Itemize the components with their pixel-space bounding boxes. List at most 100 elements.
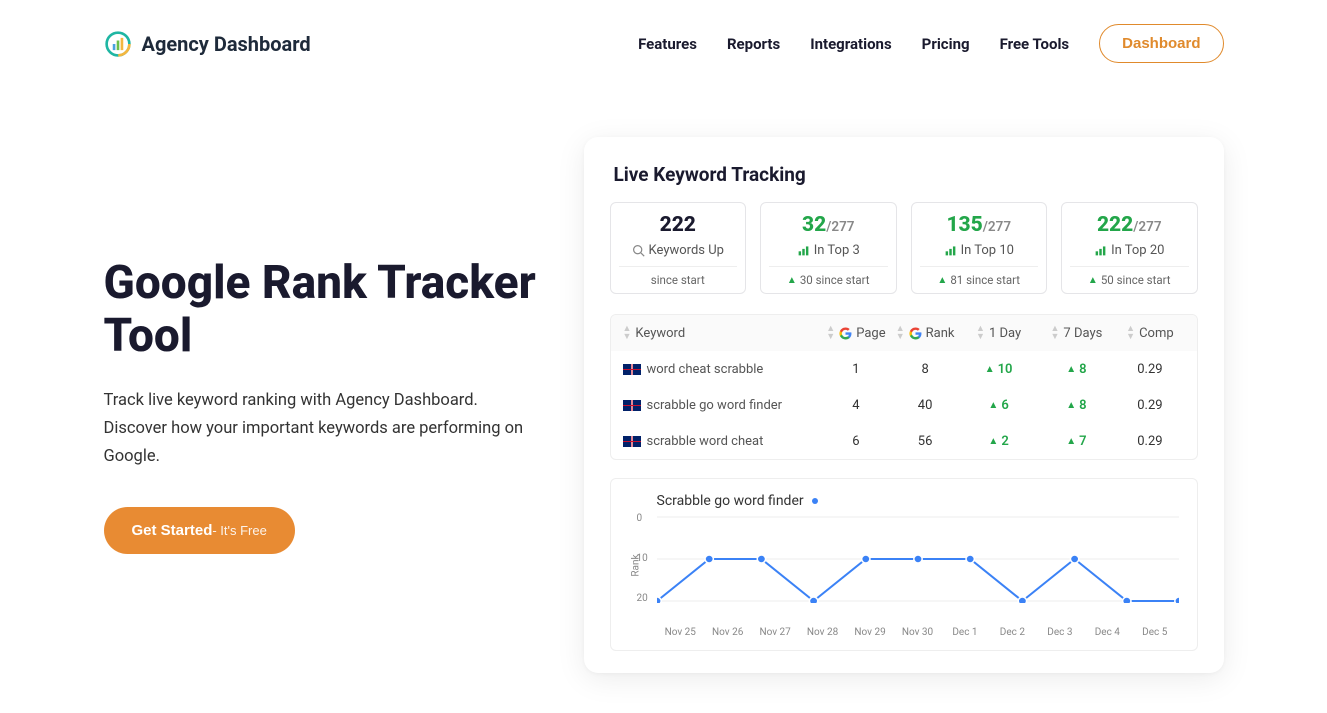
google-icon bbox=[909, 327, 922, 340]
chart-xtick: Dec 1 bbox=[941, 627, 988, 638]
table-col-header[interactable]: ▲▼ 1 Day bbox=[960, 325, 1038, 341]
stat-card: 222/277 In Top 20 ▲50 since start bbox=[1061, 202, 1198, 294]
dashboard-title: Live Keyword Tracking bbox=[614, 163, 1198, 186]
stat-label: In Top 10 bbox=[961, 243, 1014, 258]
bars-icon bbox=[797, 244, 810, 257]
stat-total: /277 bbox=[1133, 219, 1161, 235]
table-col-header[interactable]: ▲▼ Page bbox=[821, 325, 890, 341]
d7-cell: ▲8 bbox=[1038, 361, 1116, 377]
flag-au-icon bbox=[623, 364, 641, 375]
stat-label: In Top 20 bbox=[1111, 243, 1164, 258]
cta-main-text: Get Started bbox=[132, 522, 213, 539]
table-col-header[interactable]: ▲▼ Rank bbox=[891, 325, 960, 341]
chart-title-text: Scrabble go word finder bbox=[657, 493, 804, 509]
chart-svg bbox=[657, 515, 1179, 603]
page-cell: 6 bbox=[821, 434, 890, 449]
chart-xtick: Dec 2 bbox=[989, 627, 1036, 638]
nav-integrations[interactable]: Integrations bbox=[810, 35, 891, 53]
chart-xtick: Nov 28 bbox=[799, 627, 846, 638]
google-icon bbox=[839, 327, 852, 340]
chart-xtick: Dec 4 bbox=[1084, 627, 1131, 638]
page-cell: 1 bbox=[821, 362, 890, 377]
arrow-up-icon: ▲ bbox=[988, 400, 998, 411]
table-col-header[interactable]: ▲▼ Comp bbox=[1115, 325, 1184, 341]
arrow-up-icon: ▲ bbox=[1088, 275, 1098, 286]
stat-card: 135/277 In Top 10 ▲81 since start bbox=[911, 202, 1048, 294]
stat-total: /277 bbox=[826, 219, 854, 235]
hero-title: Google Rank Tracker Tool bbox=[104, 257, 544, 363]
chart-area: Rank 0 10 20 bbox=[629, 515, 1179, 625]
stat-value: 222 bbox=[660, 213, 696, 237]
chart-ytick: 0 bbox=[637, 513, 643, 524]
keyword-cell: scrabble word cheat bbox=[623, 434, 822, 449]
dashboard-button[interactable]: Dashboard bbox=[1099, 24, 1223, 63]
sort-icon: ▲▼ bbox=[1126, 325, 1135, 341]
stat-card: 32/277In Top 3▲30 since start bbox=[760, 202, 897, 294]
col-label: Rank bbox=[926, 326, 955, 341]
nav-reports[interactable]: Reports bbox=[727, 35, 780, 53]
comp-cell: 0.29 bbox=[1115, 398, 1184, 413]
nav-features[interactable]: Features bbox=[638, 35, 697, 53]
sort-icon: ▲▼ bbox=[976, 325, 985, 341]
stat-total: /277 bbox=[983, 219, 1011, 235]
comp-cell: 0.29 bbox=[1115, 362, 1184, 377]
table-row: scrabble go word finder440▲6▲80.29 bbox=[611, 387, 1197, 423]
logo-icon bbox=[104, 30, 132, 58]
chart-ytick: 10 bbox=[637, 553, 648, 564]
flag-au-icon bbox=[623, 436, 641, 447]
get-started-button[interactable]: Get Started- It's Free bbox=[104, 507, 295, 554]
stat-label: Keywords Up bbox=[649, 243, 724, 258]
stat-value: 222 bbox=[1097, 213, 1133, 237]
table-col-header[interactable]: ▲▼7 Days bbox=[1038, 325, 1116, 341]
chart-xtick: Nov 30 bbox=[894, 627, 941, 638]
chart-xtick: Dec 3 bbox=[1036, 627, 1083, 638]
keyword-cell: scrabble go word finder bbox=[623, 398, 822, 413]
sort-icon: ▲▼ bbox=[623, 325, 632, 341]
stat-value: 135 bbox=[946, 213, 982, 237]
comp-cell: 0.29 bbox=[1115, 434, 1184, 449]
rank-cell: 40 bbox=[891, 398, 960, 413]
d7-cell: ▲7 bbox=[1038, 433, 1116, 449]
table-row: word cheat scrabble18▲10▲80.29 bbox=[611, 351, 1197, 387]
cta-sub-text: - It's Free bbox=[212, 523, 267, 538]
bars-icon bbox=[1094, 244, 1107, 257]
chart-xtick: Nov 25 bbox=[657, 627, 704, 638]
arrow-up-icon: ▲ bbox=[1066, 400, 1076, 411]
stat-footer: since start bbox=[619, 266, 738, 293]
chart-panel: Scrabble go word finder Rank 0 10 20 Nov… bbox=[610, 478, 1198, 651]
col-label: Comp bbox=[1139, 326, 1174, 341]
d1-cell: ▲2 bbox=[960, 433, 1038, 449]
table-body: word cheat scrabble18▲10▲80.29scrabble g… bbox=[611, 351, 1197, 459]
chart-xtick: Dec 5 bbox=[1131, 627, 1178, 638]
stat-card: 222 Keywords Up since start bbox=[610, 202, 747, 294]
magnifier-icon bbox=[632, 244, 645, 257]
col-label: Page bbox=[856, 326, 885, 341]
table-col-header[interactable]: ▲▼Keyword bbox=[623, 325, 822, 341]
brand-logo[interactable]: Agency Dashboard bbox=[104, 30, 311, 58]
arrow-up-icon: ▲ bbox=[985, 364, 995, 375]
hero-description: Track live keyword ranking with Agency D… bbox=[104, 387, 524, 471]
chart-xtick: Nov 26 bbox=[704, 627, 751, 638]
chart-title: Scrabble go word finder bbox=[657, 493, 1179, 509]
keyword-cell: word cheat scrabble bbox=[623, 362, 822, 377]
d1-cell: ▲6 bbox=[960, 397, 1038, 413]
sort-icon: ▲▼ bbox=[1051, 325, 1060, 341]
rank-cell: 8 bbox=[891, 362, 960, 377]
d7-cell: ▲8 bbox=[1038, 397, 1116, 413]
col-label: 7 Days bbox=[1063, 326, 1102, 341]
stat-footer: ▲81 since start bbox=[920, 266, 1039, 293]
sort-icon: ▲▼ bbox=[896, 325, 905, 341]
stat-label: In Top 3 bbox=[814, 243, 860, 258]
chart-xtick: Nov 27 bbox=[751, 627, 798, 638]
d1-cell: ▲10 bbox=[960, 361, 1038, 377]
nav-pricing[interactable]: Pricing bbox=[922, 35, 970, 53]
chart-legend-dot-icon bbox=[812, 498, 818, 504]
col-label: Keyword bbox=[635, 326, 685, 341]
nav-free-tools[interactable]: Free Tools bbox=[1000, 35, 1070, 53]
chart-xtick: Nov 29 bbox=[846, 627, 893, 638]
stat-value: 32 bbox=[802, 213, 826, 237]
col-label: 1 Day bbox=[989, 326, 1021, 341]
stat-footer: ▲50 since start bbox=[1070, 266, 1189, 293]
rank-cell: 56 bbox=[891, 434, 960, 449]
arrow-up-icon: ▲ bbox=[937, 275, 947, 286]
